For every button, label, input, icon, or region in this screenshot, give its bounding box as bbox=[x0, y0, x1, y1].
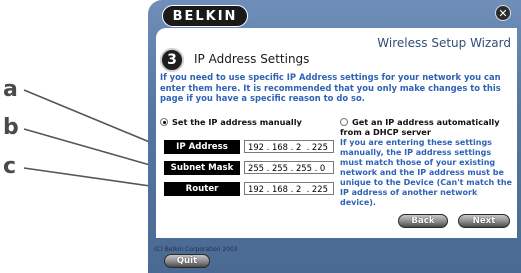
radio-dhcp-indicator[interactable] bbox=[340, 118, 348, 126]
leader-line-a bbox=[23, 89, 165, 149]
back-button[interactable]: Back bbox=[398, 214, 448, 228]
next-button[interactable]: Next bbox=[458, 214, 510, 228]
wizard-window: BELKIN ✕ Wireless Setup Wizard 3 IP Addr… bbox=[148, 0, 521, 273]
page-title: IP Address Settings bbox=[194, 52, 310, 66]
ip-address-label: IP Address bbox=[164, 140, 240, 154]
help-text: If you are entering these settings manua… bbox=[340, 138, 512, 207]
router-label: Router bbox=[164, 182, 240, 196]
callout-c: c bbox=[3, 154, 17, 179]
callout-b: b bbox=[3, 115, 19, 140]
wizard-title: Wireless Setup Wizard bbox=[377, 36, 511, 50]
callout-a: a bbox=[3, 77, 18, 102]
quit-button[interactable]: Quit bbox=[164, 254, 210, 268]
subnet-mask-input[interactable]: 255 . 255 . 255 . 0 bbox=[244, 161, 334, 174]
radio-dhcp[interactable]: Get an IP address automatically from a D… bbox=[340, 117, 512, 137]
close-icon[interactable]: ✕ bbox=[495, 5, 511, 21]
title-bar: BELKIN ✕ bbox=[148, 0, 521, 30]
radio-dhcp-label: Get an IP address automatically from a D… bbox=[340, 117, 500, 137]
leader-line-c bbox=[23, 167, 165, 189]
intro-text: If you need to use specific IP Address s… bbox=[160, 72, 501, 104]
leader-line-b bbox=[23, 128, 165, 170]
belkin-logo: BELKIN bbox=[162, 5, 248, 27]
radio-manual[interactable]: Set the IP address manually bbox=[160, 117, 302, 127]
router-input[interactable]: 192 . 168 . 2 . 225 bbox=[244, 182, 334, 195]
content-panel: Wireless Setup Wizard 3 IP Address Setti… bbox=[156, 28, 517, 238]
radio-manual-label: Set the IP address manually bbox=[172, 117, 302, 127]
subnet-mask-label: Subnet Mask bbox=[164, 161, 240, 175]
ip-address-input[interactable]: 192 . 168 . 2 . 225 bbox=[244, 140, 334, 153]
copyright-text: (C) Belkin Corporation 2003 bbox=[154, 246, 238, 253]
step-number-badge: 3 bbox=[160, 48, 184, 72]
radio-manual-indicator[interactable] bbox=[160, 118, 168, 126]
